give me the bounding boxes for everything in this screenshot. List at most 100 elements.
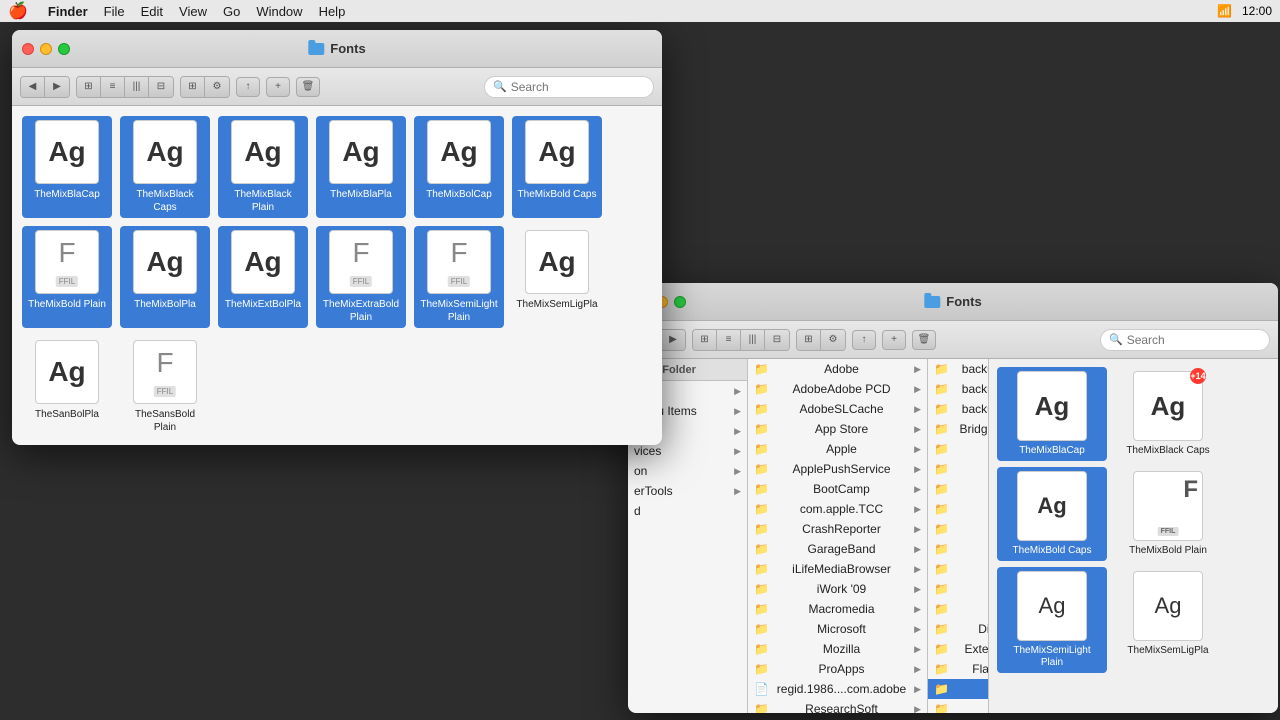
column-view-button-front[interactable]: |||	[125, 77, 149, 97]
col2-mozilla[interactable]: 📁Mozilla▶	[748, 639, 927, 659]
arrange-btn-front[interactable]: ⚙	[205, 77, 229, 97]
col2-regid[interactable]: 📄regid.1986....com.adobe▶	[748, 679, 927, 699]
mini-font-mixblacap[interactable]: Ag TheMixBlaCap	[997, 367, 1107, 461]
file-item-mixbolcap[interactable]: Ag TheMixBolCap	[414, 116, 504, 218]
folder-icon-front	[308, 43, 324, 55]
file-label-mixboldplain: TheMixBold Plain	[28, 298, 106, 311]
delete-button-back[interactable]: 🗑	[912, 330, 936, 350]
forward-button-front[interactable]: ▶	[45, 77, 69, 97]
col2-apple[interactable]: 📁Apple▶	[748, 439, 927, 459]
menu-file[interactable]: File	[104, 4, 125, 19]
minimize-button-front[interactable]	[40, 43, 52, 55]
mini-font-mixboldplain[interactable]: F FFIL TheMixBold Plain	[1113, 467, 1223, 561]
share-button-back[interactable]: ↑	[852, 330, 876, 350]
file-item-thesanbolpla[interactable]: Ag TheSanBolPla	[22, 336, 112, 438]
mini-font-label-mixsemligpla: TheMixSemLigPla	[1127, 645, 1208, 657]
add-folder-button[interactable]: +	[882, 330, 906, 350]
file-item-mixsemilightplain[interactable]: F TheMixSemiLight Plain	[414, 226, 504, 328]
col2-tcc[interactable]: 📁com.apple.TCC▶	[748, 499, 927, 519]
col2-ilife[interactable]: 📁iLifeMediaBrowser▶	[748, 559, 927, 579]
column-view-button[interactable]: |||	[741, 330, 765, 350]
menu-finder[interactable]: Finder	[48, 4, 88, 19]
file-item-thesansboldplain[interactable]: F TheSansBold Plain	[120, 336, 210, 438]
search-input-back[interactable]	[1127, 333, 1261, 347]
window-controls-front[interactable]	[22, 43, 70, 55]
col1-item-6[interactable]: d	[628, 501, 747, 521]
maximize-button[interactable]	[674, 296, 686, 308]
file-item-mixextraboldplain[interactable]: F TheMixExtraBold Plain	[316, 226, 406, 328]
col2-adobeslcache[interactable]: 📁AdobeSLCache▶	[748, 399, 927, 419]
mini-font-label-mixboldcaps: TheMixBold Caps	[1013, 545, 1092, 557]
file-item-mixblacap[interactable]: Ag TheMixBlaCap	[22, 116, 112, 218]
file-item-mixblackcaps[interactable]: Ag TheMixBlack Caps	[120, 116, 210, 218]
icon-view-button-front[interactable]: ⊞	[77, 77, 101, 97]
col2-bootcamp[interactable]: 📁BootCamp▶	[748, 479, 927, 499]
column-2: 📁Adobe▶ 📁AdobeAdobe PCD▶ 📁AdobeSLCache▶ …	[748, 359, 928, 713]
apple-menu[interactable]: 🍎	[8, 1, 28, 21]
col1-item-4[interactable]: on▶	[628, 461, 747, 481]
menu-help[interactable]: Help	[319, 4, 346, 19]
add-folder-button-front[interactable]: +	[266, 77, 290, 97]
file-item-mixblapla[interactable]: Ag TheMixBlaPla	[316, 116, 406, 218]
font-icon-mixsemligpla: Ag	[525, 230, 589, 294]
forward-button[interactable]: ▶	[661, 330, 685, 350]
search-icon-back: 🔍	[1109, 333, 1123, 346]
mini-font-mixsemligpla[interactable]: Ag TheMixSemLigPla	[1113, 567, 1223, 673]
list-view-button-front[interactable]: ≡	[101, 77, 125, 97]
menu-window[interactable]: Window	[256, 4, 302, 19]
search-box-front[interactable]: 🔍	[484, 76, 654, 98]
col2-iwork[interactable]: 📁iWork '09▶	[748, 579, 927, 599]
col2-applepush[interactable]: 📁ApplePushService▶	[748, 459, 927, 479]
mini-font-label-mixsemilight: TheMixSemiLight Plain	[1001, 645, 1103, 669]
col2-adobe[interactable]: 📁Adobe▶	[748, 359, 927, 379]
menu-edit[interactable]: Edit	[141, 4, 163, 19]
back-button-front[interactable]: ◀	[21, 77, 45, 97]
font-icon-mixboldcaps: Ag	[525, 120, 589, 184]
view-buttons-front[interactable]: ⊞ ≡ ||| ⊟	[76, 76, 174, 98]
icon-view-button[interactable]: ⊞	[693, 330, 717, 350]
file-item-mixblackplain[interactable]: Ag TheMixBlack Plain	[218, 116, 308, 218]
mini-font-mixblackcaps[interactable]: Ag +14 TheMixBlack Caps	[1113, 367, 1223, 461]
view-buttons-back[interactable]: ⊞ ≡ ||| ⊟	[692, 329, 790, 351]
search-box-back[interactable]: 🔍	[1100, 329, 1270, 351]
file-item-mixextbolpla[interactable]: Ag TheMixExtBolPla	[218, 226, 308, 328]
maximize-button-front[interactable]	[58, 43, 70, 55]
col2-adobepcd[interactable]: 📁AdobeAdobe PCD▶	[748, 379, 927, 399]
mini-font-mixboldcaps[interactable]: Ag TheMixBold Caps	[997, 467, 1107, 561]
nav-buttons-front[interactable]: ◀ ▶	[20, 76, 70, 98]
col2-crashreporter[interactable]: 📁CrashReporter▶	[748, 519, 927, 539]
list-view-button[interactable]: ≡	[717, 330, 741, 350]
col2-microsoft[interactable]: 📁Microsoft▶	[748, 619, 927, 639]
col2-proapps[interactable]: 📁ProApps▶	[748, 659, 927, 679]
view-options-front[interactable]: ⊞ ⚙	[180, 76, 230, 98]
file-item-mixsemligpla[interactable]: Ag TheMixSemLigPla	[512, 226, 602, 328]
menu-view[interactable]: View	[179, 4, 207, 19]
mini-font-label-mixblacap: TheMixBlaCap	[1019, 445, 1085, 457]
file-label-mixblapla: TheMixBlaPla	[330, 188, 392, 201]
notification-badge: +14	[1190, 368, 1206, 384]
gallery-view-button[interactable]: ⊟	[765, 330, 789, 350]
view-options-button[interactable]: ⊞	[797, 330, 821, 350]
mini-font-icon-mixboldcaps: Ag	[1017, 471, 1087, 541]
delete-button-front[interactable]: 🗑	[296, 77, 320, 97]
search-input-front[interactable]	[511, 80, 645, 94]
close-button-front[interactable]	[22, 43, 34, 55]
file-item-mixboldcaps[interactable]: Ag TheMixBold Caps	[512, 116, 602, 218]
view-options-btn-front[interactable]: ⊞	[181, 77, 205, 97]
mini-font-mixsemilight[interactable]: Ag TheMixSemiLight Plain	[997, 567, 1107, 673]
ffil-badge: FFIL	[1158, 527, 1179, 536]
clock: 12:00	[1242, 4, 1272, 18]
col1-item-5[interactable]: erTools▶	[628, 481, 747, 501]
col2-garageband[interactable]: 📁GarageBand▶	[748, 539, 927, 559]
gallery-view-button-front[interactable]: ⊟	[149, 77, 173, 97]
arrange-button[interactable]: ⚙	[821, 330, 845, 350]
share-button-front[interactable]: ↑	[236, 77, 260, 97]
col2-macromedia[interactable]: 📁Macromedia▶	[748, 599, 927, 619]
menu-go[interactable]: Go	[223, 4, 240, 19]
font-icon-mixbolpla: Ag	[133, 230, 197, 294]
view-options-back[interactable]: ⊞ ⚙	[796, 329, 846, 351]
col2-appstore[interactable]: 📁App Store▶	[748, 419, 927, 439]
file-item-mixbolpla[interactable]: Ag TheMixBolPla	[120, 226, 210, 328]
col2-research[interactable]: 📁ResearchSoft▶	[748, 699, 927, 713]
file-item-mixboldplain[interactable]: F TheMixBold Plain	[22, 226, 112, 328]
